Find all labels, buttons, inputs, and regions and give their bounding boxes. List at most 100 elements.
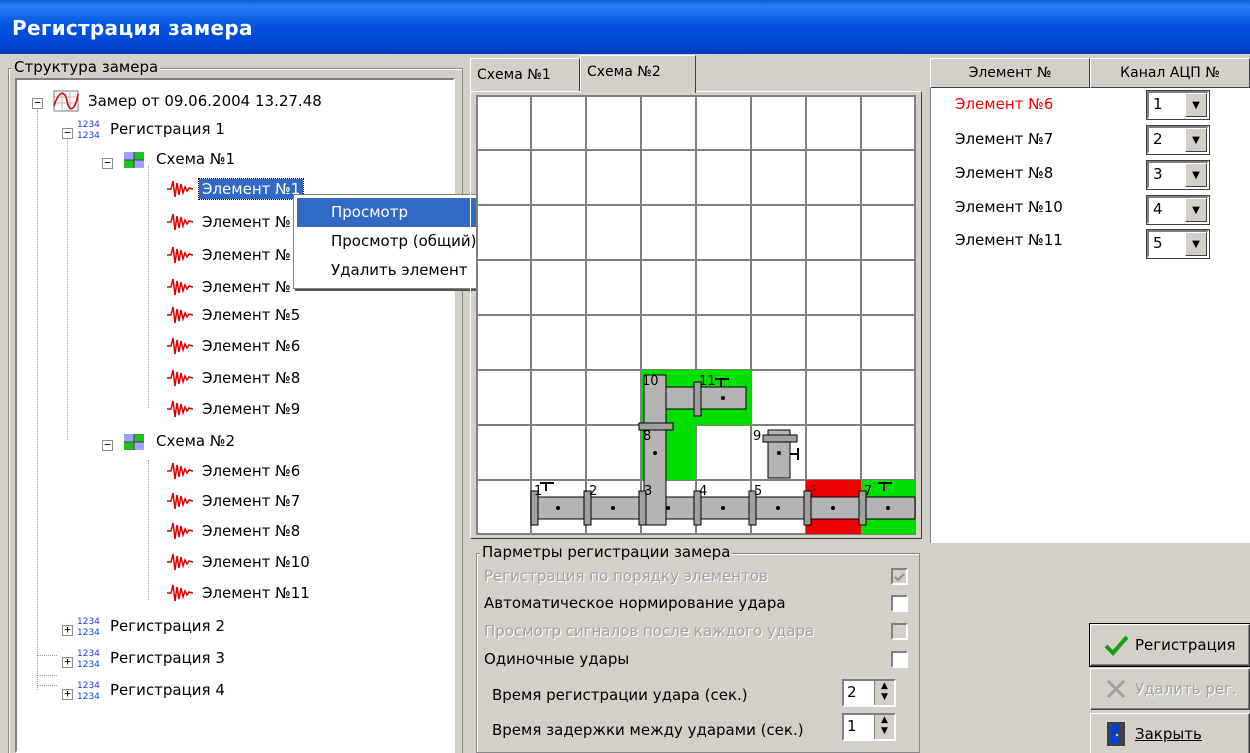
tree-node-label: Регистрация 1 — [110, 120, 225, 138]
channel-value: 1 — [1153, 95, 1163, 113]
tree-node-element[interactable]: Элемент №10 — [167, 549, 313, 575]
tree-node-scheme[interactable]: Схема №1 — [121, 146, 238, 172]
expand-registration-toggle[interactable]: + — [62, 688, 73, 700]
structure-legend: Структура замера — [12, 58, 161, 76]
reg-time-value: 2 — [847, 683, 857, 701]
tree-line — [37, 685, 57, 686]
tree-node-element[interactable]: Элемент №8 — [167, 365, 303, 391]
element-number: 11 — [699, 374, 716, 389]
tree-node-label: Элемент № — [202, 246, 291, 264]
element-number: 9 — [753, 429, 761, 444]
element-number: 5 — [754, 484, 762, 499]
auto-norm-checkbox[interactable] — [891, 595, 908, 612]
signal-plot-icon — [53, 90, 79, 112]
checkmark-icon — [894, 573, 905, 582]
tree-node-registration[interactable]: 1234 1234 Регистрация 3 — [75, 645, 228, 671]
dropdown-arrow-icon[interactable]: ▼ — [1185, 232, 1207, 256]
tree-node-element[interactable]: Элемент № — [167, 209, 294, 235]
view-signals-checkbox[interactable] — [891, 623, 908, 640]
spin-up-icon[interactable]: ▲ — [875, 715, 894, 726]
spin-down-icon[interactable]: ▼ — [875, 726, 894, 737]
element-number: 8 — [643, 429, 651, 444]
expand-registration-toggle[interactable]: + — [62, 656, 73, 668]
tree-node-root[interactable]: Замер от 09.06.2004 13.27.48 — [53, 88, 325, 114]
svg-text:1234: 1234 — [77, 660, 100, 669]
channel-value: 5 — [1153, 234, 1163, 252]
tree-line — [148, 460, 149, 600]
auto-norm-label: Автоматическое нормирование удара — [484, 594, 786, 612]
tree-node-element[interactable]: Элемент №9 — [167, 396, 303, 422]
tree-node-scheme[interactable]: Схема №2 — [121, 428, 238, 454]
element-number: 3 — [644, 484, 652, 499]
waveform-icon — [167, 369, 193, 387]
tree-node-label: Элемент №7 — [202, 492, 301, 510]
tree-node-element[interactable]: Элемент № — [167, 274, 294, 300]
single-hits-checkbox[interactable] — [891, 651, 908, 668]
tree-node-label: Элемент №5 — [202, 306, 301, 324]
reg-time-spinner[interactable]: 2 ▲ ▼ — [842, 679, 896, 707]
tree-node-element[interactable]: Элемент №6 — [167, 458, 303, 484]
tree-line — [67, 135, 68, 440]
channel-value: 4 — [1153, 200, 1163, 218]
channel-select[interactable]: 5 ▼ — [1146, 229, 1210, 259]
svg-text:1234: 1234 — [77, 617, 100, 627]
structure-tree[interactable]: − Замер от 09.06.2004 13.27.48 − 1234 123… — [15, 78, 455, 753]
collapse-scheme-toggle[interactable]: − — [102, 439, 113, 451]
channel-select[interactable]: 4 ▼ — [1146, 195, 1210, 225]
tree-node-label: Элемент № — [202, 213, 291, 231]
tree-node-registration[interactable]: 1234 1234 Регистрация 4 — [75, 677, 228, 703]
tree-node-registration[interactable]: 1234 1234 Регистрация 2 — [75, 613, 228, 639]
collapse-registration-toggle[interactable]: − — [62, 127, 73, 139]
reg-time-label: Время регистрации удара (сек.) — [492, 686, 748, 704]
channel-select[interactable]: 3 ▼ — [1146, 160, 1210, 190]
tree-node-element[interactable]: Элемент №6 — [167, 333, 303, 359]
channel-select[interactable]: 1 ▼ — [1146, 90, 1210, 120]
register-button[interactable]: Регистрация — [1089, 623, 1250, 667]
delay-spinner[interactable]: 1 ▲ ▼ — [842, 713, 896, 741]
tab-scheme-1[interactable]: Схема №1 — [470, 58, 580, 92]
spin-down-icon[interactable]: ▼ — [875, 692, 894, 703]
delete-registration-button[interactable]: Удалить рег. — [1090, 668, 1250, 710]
scheme-icon — [124, 434, 144, 450]
spin-buttons[interactable]: ▲ ▼ — [874, 715, 894, 739]
by-order-checkbox[interactable] — [891, 568, 908, 585]
spin-up-icon[interactable]: ▲ — [875, 681, 894, 692]
tree-node-element[interactable]: Элемент №5 — [167, 302, 303, 328]
tree-node-registration[interactable]: 1234 1234 Регистрация 1 — [75, 116, 228, 142]
channel-select[interactable]: 2 ▼ — [1146, 125, 1210, 155]
spin-buttons[interactable]: ▲ ▼ — [874, 681, 894, 705]
channel-element-label: Элемент №8 — [955, 164, 1054, 182]
tree-line — [37, 655, 57, 656]
tab-scheme-2[interactable]: Схема №2 — [580, 55, 696, 93]
by-order-label: Регистрация по порядку элементов — [484, 567, 768, 585]
channel-element-label: Элемент №10 — [955, 198, 1063, 216]
column-header-element[interactable]: Элемент № — [930, 58, 1090, 88]
channel-list: Элемент №6 1 ▼ Элемент №7 2 ▼ Элемент №8 3… — [930, 88, 1250, 543]
cross-icon — [1103, 676, 1129, 702]
element-number: 6 — [809, 484, 817, 499]
column-header-channel[interactable]: Канал АЦП № — [1090, 58, 1250, 88]
delay-value: 1 — [847, 717, 857, 735]
waveform-icon — [167, 553, 193, 571]
dropdown-arrow-icon[interactable]: ▼ — [1185, 163, 1207, 187]
waveform-icon — [167, 337, 193, 355]
collapse-root-toggle[interactable]: − — [32, 97, 43, 109]
tree-node-element[interactable]: Элемент №7 — [167, 488, 303, 514]
dropdown-arrow-icon[interactable]: ▼ — [1185, 93, 1207, 117]
svg-text:1234: 1234 — [77, 131, 100, 140]
waveform-icon — [167, 278, 193, 296]
expand-registration-toggle[interactable]: + — [62, 624, 73, 636]
close-button[interactable]: Закрыть — [1090, 713, 1250, 753]
dropdown-arrow-icon[interactable]: ▼ — [1185, 198, 1207, 222]
element-number: 1 — [534, 484, 542, 499]
dropdown-arrow-icon[interactable]: ▼ — [1185, 128, 1207, 152]
window-title-bar[interactable]: Регистрация замера — [0, 0, 1250, 54]
tree-node-element[interactable]: Элемент №8 — [167, 518, 303, 544]
scheme-grid[interactable]: 1 2 3 4 5 6 7 8 9 10 11 — [476, 95, 916, 535]
tree-node-element[interactable]: Элемент №1 — [167, 176, 305, 202]
tree-node-element[interactable]: Элемент №11 — [167, 580, 313, 606]
tree-node-label: Регистрация 3 — [110, 649, 225, 667]
collapse-scheme-toggle[interactable]: − — [102, 157, 113, 169]
tree-node-label: Регистрация 4 — [110, 681, 225, 699]
tree-node-element[interactable]: Элемент № — [167, 242, 294, 268]
